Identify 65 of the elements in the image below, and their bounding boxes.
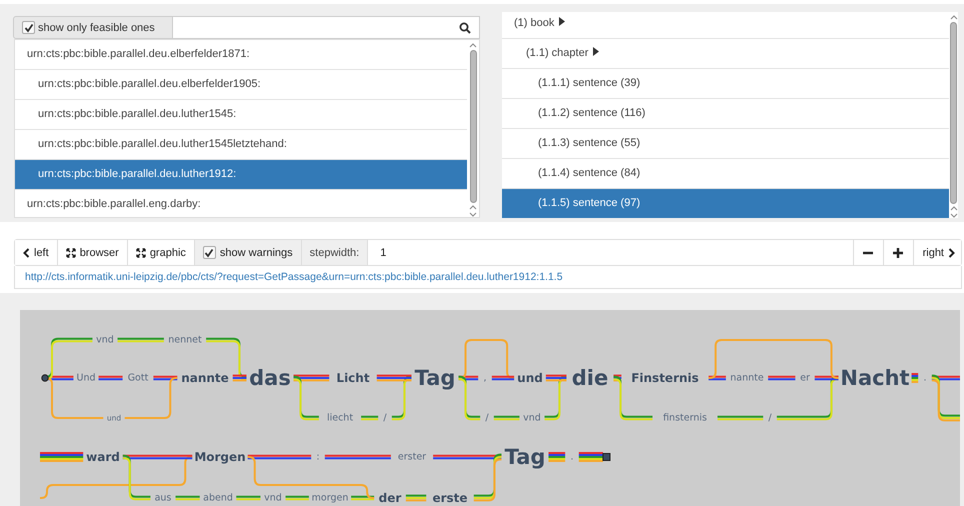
graph-word: , xyxy=(483,372,487,384)
graph-word: Gott xyxy=(128,372,148,384)
caret-icon xyxy=(559,17,566,26)
graph-word: Tag xyxy=(414,366,456,390)
scrollbar[interactable] xyxy=(949,12,958,218)
scroll-up-icon[interactable] xyxy=(469,42,477,48)
edition-item[interactable]: urn:cts:pbc:bible.parallel.deu.luther1545: xyxy=(15,100,467,130)
graph-word: erster xyxy=(398,452,426,462)
graph-word: / xyxy=(768,412,772,424)
scroll-arrows-icon[interactable] xyxy=(950,206,958,218)
chevron-left-icon xyxy=(23,248,30,258)
graph-word: Nacht xyxy=(840,366,910,390)
graph-word: er xyxy=(800,372,810,384)
graph-word: das xyxy=(249,366,291,390)
scroll-arrows-icon[interactable] xyxy=(469,205,477,217)
graph-word: Licht xyxy=(336,371,370,385)
graph-word: und xyxy=(517,371,543,385)
warnings-checkbox[interactable]: show warnings xyxy=(194,240,302,265)
graph-word: Tag xyxy=(504,445,546,469)
graph-word: Und xyxy=(76,372,96,384)
tree-item[interactable]: (1.1.3) sentence (55) xyxy=(502,129,949,159)
expand-icon xyxy=(136,248,146,258)
graph-word: Finsternis xyxy=(631,371,699,385)
graph-word: nennet xyxy=(168,334,202,346)
graph-word: vnd xyxy=(264,492,282,504)
left-button[interactable]: left xyxy=(15,240,58,265)
scrollbar[interactable] xyxy=(467,40,479,217)
filter-checkbox[interactable]: show only feasible ones xyxy=(13,16,173,39)
graph-word: liecht xyxy=(326,412,354,424)
graph-word: nannte xyxy=(730,372,764,384)
graph-word: erste xyxy=(432,491,468,505)
stepwidth-label: stepwidth: xyxy=(302,240,368,265)
graph-word: vnd xyxy=(96,334,114,346)
graph-word: vnd xyxy=(523,412,541,424)
graph-word: abend xyxy=(203,492,233,504)
caret-icon xyxy=(593,47,600,56)
scroll-up-icon[interactable] xyxy=(950,14,958,20)
tree-item[interactable]: (1.1) chapter xyxy=(502,39,949,69)
graph-word: die xyxy=(572,366,608,390)
edition-item[interactable]: urn:cts:pbc:bible.parallel.deu.luther1912: xyxy=(15,160,467,190)
graph-word: ward xyxy=(86,450,120,464)
tree-item[interactable]: (1.1.1) sentence (39) xyxy=(502,69,949,99)
graph-word: der xyxy=(378,491,402,505)
tree-item[interactable]: (1.1.2) sentence (116) xyxy=(502,99,949,129)
graph-word: . xyxy=(570,452,574,462)
graph-word: . xyxy=(923,372,927,384)
chevron-right-icon xyxy=(948,248,955,258)
graph-word: : xyxy=(316,452,320,462)
graph-word: finsternis xyxy=(663,412,707,424)
tree-item[interactable]: (1) book xyxy=(502,12,949,39)
plus-icon xyxy=(893,248,904,258)
edition-item[interactable]: urn:cts:pbc:bible.parallel.deu.elberfelder1905: xyxy=(15,70,467,100)
graph-word: / xyxy=(485,412,489,424)
tree-item[interactable]: (1.1.5) sentence (97) xyxy=(502,189,949,218)
graph-word: aus xyxy=(154,492,172,504)
graph-word: morgen xyxy=(312,492,348,504)
checkbox-icon xyxy=(22,21,35,34)
checkbox-icon xyxy=(202,246,216,259)
search-field[interactable] xyxy=(173,16,480,39)
search-icon xyxy=(459,22,471,34)
edition-item[interactable]: urn:cts:pbc:bible.parallel.deu.elberfelder1871: xyxy=(15,40,467,70)
graph-word: / xyxy=(383,412,387,424)
graph-word: nannte xyxy=(181,371,229,385)
expand-icon xyxy=(66,248,76,258)
graph-word: Morgen xyxy=(194,450,246,464)
